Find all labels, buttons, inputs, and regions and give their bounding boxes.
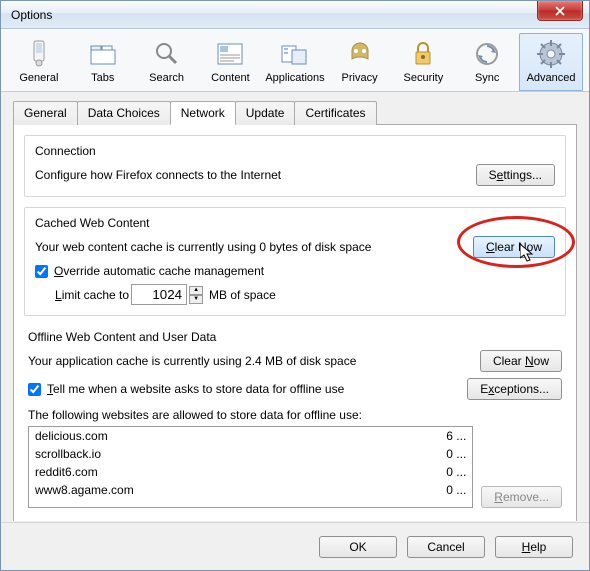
connection-group: Connection Configure how Firefox connect… xyxy=(24,135,566,197)
spinner-down[interactable]: ▼ xyxy=(189,295,203,304)
limit-cache-pre: Limit cache to xyxy=(55,288,129,302)
offline-legend: Offline Web Content and User Data xyxy=(28,330,562,344)
list-item[interactable]: reddit6.com0 ... xyxy=(29,463,472,481)
subtab-data-choices[interactable]: Data Choices xyxy=(77,101,171,125)
advanced-gear-icon xyxy=(522,38,580,70)
offline-sites-list[interactable]: delicious.com6 ... scrollback.io0 ... re… xyxy=(28,426,473,508)
advanced-subtabs: General Data Choices Network Update Cert… xyxy=(13,100,577,125)
subtab-general[interactable]: General xyxy=(13,101,78,125)
limit-cache-input[interactable] xyxy=(131,284,187,305)
titlebar: Options xyxy=(1,1,589,29)
allowed-sites-text: The following websites are allowed to st… xyxy=(28,408,562,422)
category-toolbar: General Tabs Search Content Applications… xyxy=(1,29,589,92)
limit-cache-row: Limit cache to ▲ ▼ MB of space xyxy=(55,284,555,305)
general-icon xyxy=(10,38,68,70)
ok-button[interactable]: OK xyxy=(319,536,397,558)
cached-legend: Cached Web Content xyxy=(35,216,555,230)
list-item[interactable]: delicious.com6 ... xyxy=(29,427,472,445)
help-button[interactable]: Help xyxy=(495,536,573,558)
category-privacy[interactable]: Privacy xyxy=(328,33,392,91)
network-panel: Connection Configure how Firefox connect… xyxy=(13,125,577,521)
category-applications[interactable]: Applications xyxy=(262,33,327,91)
content-area: General Data Choices Network Update Cert… xyxy=(1,92,589,521)
tellme-label: Tell me when a website asks to store dat… xyxy=(47,382,344,396)
category-security[interactable]: Security xyxy=(391,33,455,91)
category-search[interactable]: Search xyxy=(135,33,199,91)
limit-cache-post: MB of space xyxy=(209,288,276,302)
options-window: Options General Tabs Search Content Appl… xyxy=(0,0,590,571)
category-general[interactable]: General xyxy=(7,33,71,91)
tabs-icon xyxy=(74,38,132,70)
category-sync[interactable]: Sync xyxy=(455,33,519,91)
privacy-icon xyxy=(331,38,389,70)
dialog-footer: OK Cancel Help xyxy=(1,522,589,570)
connection-desc: Configure how Firefox connects to the In… xyxy=(35,168,281,182)
search-icon xyxy=(138,38,196,70)
offline-desc: Your application cache is currently usin… xyxy=(28,354,356,368)
category-tabs[interactable]: Tabs xyxy=(71,33,135,91)
override-cache-label: Override automatic cache management xyxy=(54,264,264,278)
close-icon xyxy=(555,6,565,16)
connection-legend: Connection xyxy=(35,144,555,158)
offline-group: Offline Web Content and User Data Your a… xyxy=(24,326,566,512)
list-item[interactable]: scrollback.io0 ... xyxy=(29,445,472,463)
limit-cache-spinner: ▲ ▼ xyxy=(189,286,203,304)
category-content[interactable]: Content xyxy=(198,33,262,91)
cached-desc: Your web content cache is currently usin… xyxy=(35,240,371,254)
override-cache-checkbox[interactable] xyxy=(35,265,48,278)
offline-clear-now-button[interactable]: Clear Now xyxy=(480,350,562,372)
cached-clear-now-button[interactable]: Clear Now xyxy=(473,236,555,258)
tellme-checkbox[interactable] xyxy=(28,383,41,396)
applications-icon xyxy=(265,38,324,70)
window-title: Options xyxy=(11,8,52,22)
close-button[interactable] xyxy=(537,1,583,21)
list-item[interactable]: www8.agame.com0 ... xyxy=(29,481,472,499)
remove-site-button[interactable]: Remove... xyxy=(481,486,562,508)
exceptions-button[interactable]: Exceptions... xyxy=(467,378,562,400)
subtab-network[interactable]: Network xyxy=(170,101,236,125)
connection-settings-button[interactable]: Settings... xyxy=(476,164,555,186)
cached-group: Cached Web Content Your web content cach… xyxy=(24,207,566,316)
content-icon xyxy=(201,38,259,70)
sync-icon xyxy=(458,38,516,70)
cancel-button[interactable]: Cancel xyxy=(407,536,485,558)
category-advanced[interactable]: Advanced xyxy=(519,33,583,91)
security-icon xyxy=(394,38,452,70)
subtab-certificates[interactable]: Certificates xyxy=(294,101,376,125)
subtab-update[interactable]: Update xyxy=(235,101,296,125)
spinner-up[interactable]: ▲ xyxy=(189,286,203,295)
